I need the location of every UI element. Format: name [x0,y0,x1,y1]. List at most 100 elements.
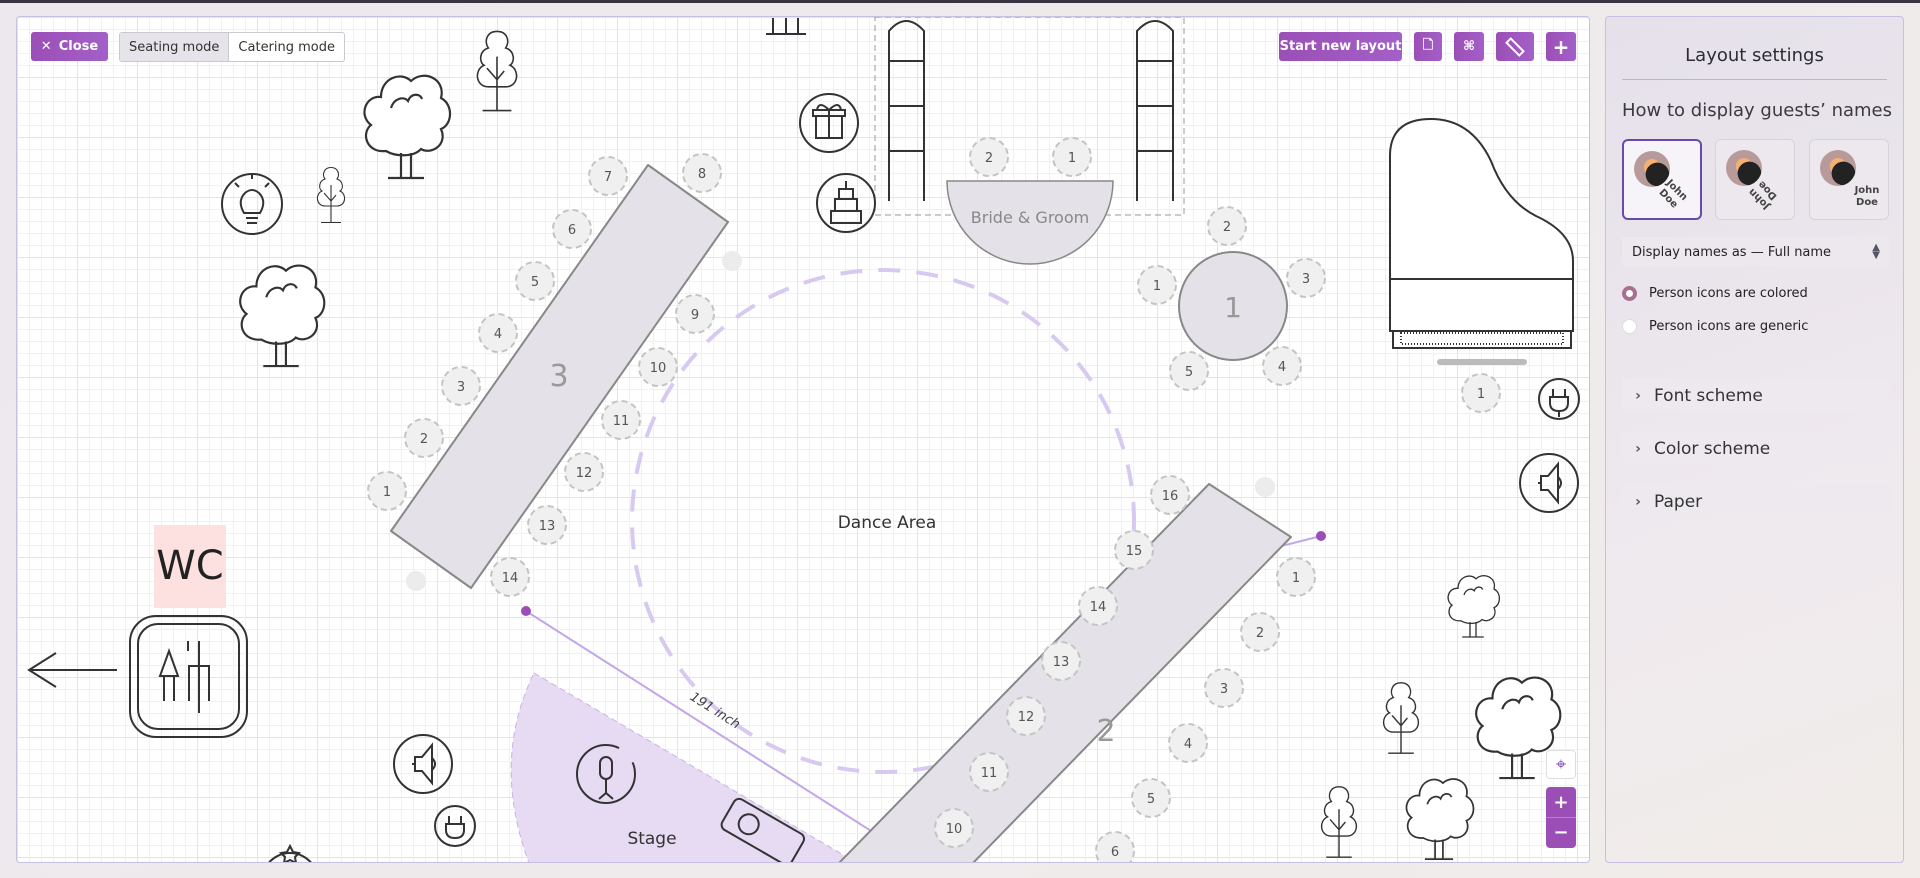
seating-mode-tab[interactable]: Seating mode [120,33,230,61]
seat-number: 1 [1153,279,1161,294]
seat[interactable]: 4 [1262,346,1302,386]
seat-number: 12 [1018,710,1035,725]
accordion-label: Font scheme [1654,385,1763,406]
seat[interactable]: 1 [1137,265,1177,305]
seat-number: 12 [576,466,593,481]
seat[interactable]: 1 [1461,373,1501,413]
speaker-icon[interactable] [1519,453,1579,513]
seat[interactable]: 16 [1150,475,1190,515]
lightbulb-icon[interactable] [221,173,283,235]
power-outlet-icon[interactable] [1538,378,1580,420]
seat[interactable]: 3 [1204,668,1244,708]
tree-icon[interactable] [363,74,452,180]
placeholder-dot[interactable] [406,571,426,591]
seat-number: 1 [1477,387,1485,402]
seat[interactable]: 15 [1114,530,1154,570]
file-button[interactable]: 🗋 [1414,32,1442,61]
cake-icon[interactable] [816,173,876,233]
seat[interactable]: 12 [1006,696,1046,736]
seat[interactable]: 12 [564,452,604,492]
seat[interactable]: 5 [1169,351,1209,391]
piano-icon[interactable] [1389,117,1574,349]
seat[interactable]: 6 [552,209,592,249]
close-button[interactable]: ✕ Close [31,32,108,61]
accordion-label: Paper [1654,491,1703,512]
seat[interactable]: 9 [675,294,715,334]
bride-groom-label: Bride & Groom [971,208,1089,227]
add-button[interactable]: + [1546,32,1576,61]
command-button[interactable]: ⌘ [1454,32,1484,61]
seat[interactable]: 1 [1052,137,1092,177]
seat[interactable]: 13 [1041,641,1081,681]
tree-icon[interactable] [476,30,518,112]
recenter-button[interactable]: ⌖ [1546,750,1576,779]
tree-icon[interactable] [1320,786,1358,858]
seat[interactable]: 7 [588,156,628,196]
accordion-font-scheme[interactable]: › Font scheme [1622,379,1890,412]
seat-number: 1 [1068,151,1076,166]
chevron-right-icon: › [1635,387,1641,404]
seat[interactable]: 10 [934,808,974,848]
seat[interactable]: 4 [1168,723,1208,763]
select-value: Display names as — Full name [1632,244,1832,260]
seat[interactable]: 3 [441,366,481,406]
piano-bench[interactable] [1437,359,1527,365]
seat[interactable]: 2 [404,418,444,458]
zoom-out-button[interactable]: − [1546,818,1576,848]
stage-area[interactable] [510,672,857,863]
tree-icon[interactable] [239,264,326,368]
tree-icon[interactable] [1405,777,1475,861]
arch-right-icon [1136,20,1174,201]
tree-icon[interactable] [1447,575,1501,638]
mode-toggle[interactable]: Seating mode Catering mode [119,32,346,62]
seat[interactable]: 2 [1207,206,1247,246]
zoom-in-button[interactable]: + [1546,788,1576,818]
placeholder-dot[interactable] [1255,477,1275,497]
tree-icon[interactable] [316,166,346,224]
tree-icon[interactable] [1382,681,1420,755]
seat[interactable]: 10 [638,347,678,387]
seat[interactable]: 13 [527,505,567,545]
seat[interactable]: 1 [367,471,407,511]
seat[interactable]: 1 [1276,557,1316,597]
radio-colored-icons[interactable]: Person icons are colored [1622,286,1808,301]
radio-generic-icons[interactable]: Person icons are generic [1622,319,1808,334]
floor-plan-drawing[interactable]: Stage Dance Area 191 inch Bride & Groom … [17,17,1590,863]
seat-number: 14 [502,571,519,586]
name-style-inverted[interactable]: John Doe [1715,139,1795,220]
radio-label: Person icons are colored [1649,286,1808,301]
seat[interactable]: 6 [1095,831,1135,863]
seat[interactable]: 8 [682,153,722,193]
name-style-diagonal[interactable]: John Doe [1622,139,1702,220]
seat[interactable]: 14 [490,557,530,597]
catering-mode-tab[interactable]: Catering mode [229,33,344,61]
seat[interactable]: 4 [478,313,518,353]
seat[interactable]: 3 [1286,258,1326,298]
accordion-color-scheme[interactable]: › Color scheme [1622,432,1890,465]
seat[interactable]: 5 [1131,778,1171,818]
dance-area-label: Dance Area [838,513,937,533]
floor-plan-canvas[interactable]: Stage Dance Area 191 inch Bride & Groom … [16,16,1590,863]
seat-number: 15 [1126,544,1143,559]
file-icon: 🗋 [1422,37,1434,53]
seat[interactable]: 11 [601,400,641,440]
start-new-layout-button[interactable]: Start new layout [1279,32,1402,61]
name-style-horizontal[interactable]: John Doe [1809,139,1889,220]
star-icon [268,843,312,862]
power-outlet-icon-2[interactable] [434,805,476,847]
seat[interactable]: 2 [969,137,1009,177]
speaker-icon-2[interactable] [393,734,453,794]
accordion-paper[interactable]: › Paper [1622,485,1890,518]
seat[interactable]: 11 [969,752,1009,792]
restroom-icon[interactable] [129,615,248,738]
display-names-select[interactable]: Display names as — Full name ▲ ▼ [1622,237,1890,267]
radio-label: Person icons are generic [1649,319,1809,334]
seat[interactable]: 5 [515,261,555,301]
placeholder-dot[interactable] [722,251,742,271]
gift-icon[interactable] [799,93,859,153]
seat[interactable]: 14 [1078,586,1118,626]
seat[interactable]: 2 [1240,612,1280,652]
ruler-icon [1505,36,1525,57]
ruler-button[interactable] [1496,32,1534,61]
seat-number: 13 [1053,655,1070,670]
